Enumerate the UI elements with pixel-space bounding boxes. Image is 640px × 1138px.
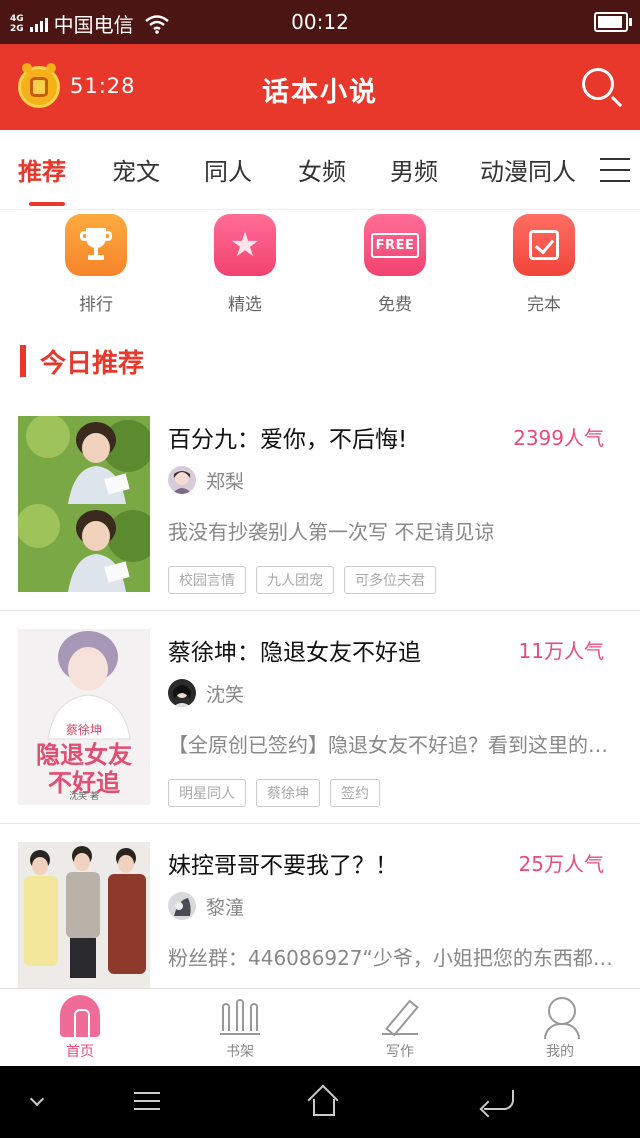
quick-links: 排行 ★ 精选 FREE 免费 完本	[0, 214, 640, 324]
free-icon: FREE	[364, 214, 426, 276]
tag[interactable]: 九人团宠	[256, 566, 334, 594]
popularity-count: 25万人气	[518, 852, 604, 876]
battery-icon	[594, 12, 632, 32]
check-icon	[513, 214, 575, 276]
book-cover[interactable]	[18, 416, 150, 592]
avatar	[168, 892, 196, 920]
book-cover[interactable]: 蔡徐坤 隐退女友 不好追 沈笑 著	[18, 629, 150, 805]
section-title-text: 今日推荐	[40, 348, 145, 379]
book-tags: 校园言情 九人团宠 可多位夫君	[168, 566, 436, 594]
tab-anime-fan[interactable]: 动漫同人	[480, 152, 576, 187]
divider	[0, 610, 640, 611]
free-icon-text: FREE	[370, 232, 420, 258]
tab-fan-fiction[interactable]: 同人	[204, 152, 252, 187]
tab-pet-romance[interactable]: 宠文	[112, 152, 160, 187]
profile-icon	[540, 995, 580, 1039]
quick-link-label: 排行	[79, 295, 113, 315]
app-title: 话本小说	[262, 77, 378, 108]
bottom-tab-write[interactable]: 写作	[350, 995, 450, 1061]
author-info[interactable]: 黎潼	[168, 892, 244, 920]
quick-link-ranking[interactable]: 排行	[46, 214, 146, 315]
menu-icon[interactable]	[600, 158, 630, 182]
tag[interactable]: 校园言情	[168, 566, 246, 594]
home-icon[interactable]	[308, 1088, 336, 1116]
author-name: 黎潼	[206, 896, 245, 919]
clock-time: 00:12	[291, 10, 349, 34]
section-marker	[20, 345, 26, 377]
avatar	[168, 679, 196, 707]
bottom-tab-label: 写作	[386, 1044, 414, 1060]
quick-link-featured[interactable]: ★ 精选	[195, 214, 295, 315]
menu-icon[interactable]	[134, 1092, 160, 1110]
chevron-down-icon[interactable]	[29, 1091, 45, 1107]
quick-link-label: 精选	[228, 295, 262, 315]
author-info[interactable]: 郑梨	[168, 466, 244, 494]
book-cover[interactable]	[18, 842, 150, 988]
book-description: 我没有抄袭别人第一次写 不足请见谅	[168, 520, 495, 544]
quick-link-label: 完本	[527, 295, 561, 315]
section-title: 今日推荐	[20, 344, 145, 379]
status-bar: 4G 2G 中国电信 00:12	[0, 0, 640, 44]
book-title[interactable]: 妹控哥哥不要我了？！	[168, 846, 398, 880]
search-icon[interactable]	[582, 68, 614, 100]
book-item[interactable]: 百分九：爱你，不后悔! 2399人气 郑梨 我没有抄袭别人第一次写 不足请见谅 …	[0, 416, 640, 596]
book-description: 【全原创已签约】隐退女友不好追？看到这里的你不妨进来看看吧	[168, 733, 618, 757]
bookshelf-icon	[220, 995, 260, 1037]
quick-link-free[interactable]: FREE 免费	[345, 214, 445, 315]
category-tabs: 推荐 宠文 同人 女频 男频 动漫同人	[0, 130, 640, 210]
bottom-tab-home[interactable]: 首页	[30, 995, 130, 1061]
bottom-tab-bookshelf[interactable]: 书架	[190, 995, 290, 1061]
bottom-tab-label: 我的	[546, 1044, 574, 1060]
app-header: 51:28 话本小说	[0, 44, 640, 130]
tab-recommend[interactable]: 推荐	[18, 152, 66, 187]
book-item[interactable]: 蔡徐坤 隐退女友 不好追 沈笑 著 蔡徐坤：隐退女友不好追 11万人气 沈笑 【…	[0, 629, 640, 809]
quick-link-completed[interactable]: 完本	[494, 214, 594, 315]
tab-female[interactable]: 女频	[298, 152, 346, 187]
popularity-count: 2399人气	[513, 426, 604, 450]
divider	[0, 823, 640, 824]
cover-text-author: 沈笑 著	[69, 792, 99, 802]
bottom-tab-label: 首页	[66, 1044, 94, 1060]
quick-link-label: 免费	[378, 295, 412, 315]
author-name: 郑梨	[206, 470, 245, 493]
active-tab-indicator	[29, 202, 65, 206]
tag[interactable]: 签约	[330, 779, 380, 807]
popularity-count: 11万人气	[518, 639, 604, 663]
bottom-tab-bar: 首页 书架 写作 我的	[0, 988, 640, 1066]
bottom-tab-label: 书架	[226, 1044, 254, 1060]
star-icon: ★	[214, 214, 276, 276]
home-icon	[60, 995, 100, 1039]
author-name: 沈笑	[206, 683, 245, 706]
bottom-tab-profile[interactable]: 我的	[510, 995, 610, 1061]
book-title[interactable]: 百分九：爱你，不后悔!	[168, 420, 407, 454]
author-info[interactable]: 沈笑	[168, 679, 244, 707]
avatar	[168, 466, 196, 494]
book-title[interactable]: 蔡徐坤：隐退女友不好追	[168, 633, 421, 667]
trophy-icon	[65, 214, 127, 276]
back-icon[interactable]	[484, 1090, 514, 1110]
tab-male[interactable]: 男频	[390, 152, 438, 187]
tag[interactable]: 明星同人	[168, 779, 246, 807]
book-description: 粉丝群：446086927“少爷，小姐把您的东西都扔了”	[168, 946, 618, 970]
system-navigation-bar	[0, 1066, 640, 1138]
book-tags: 明星同人 蔡徐坤 签约	[168, 779, 380, 807]
pen-icon	[380, 995, 420, 1037]
tag[interactable]: 蔡徐坤	[256, 779, 320, 807]
book-item[interactable]: 妹控哥哥不要我了？！ 25万人气 黎潼 粉丝群：446086927“少爷，小姐把…	[0, 842, 640, 988]
tag[interactable]: 可多位夫君	[344, 566, 436, 594]
